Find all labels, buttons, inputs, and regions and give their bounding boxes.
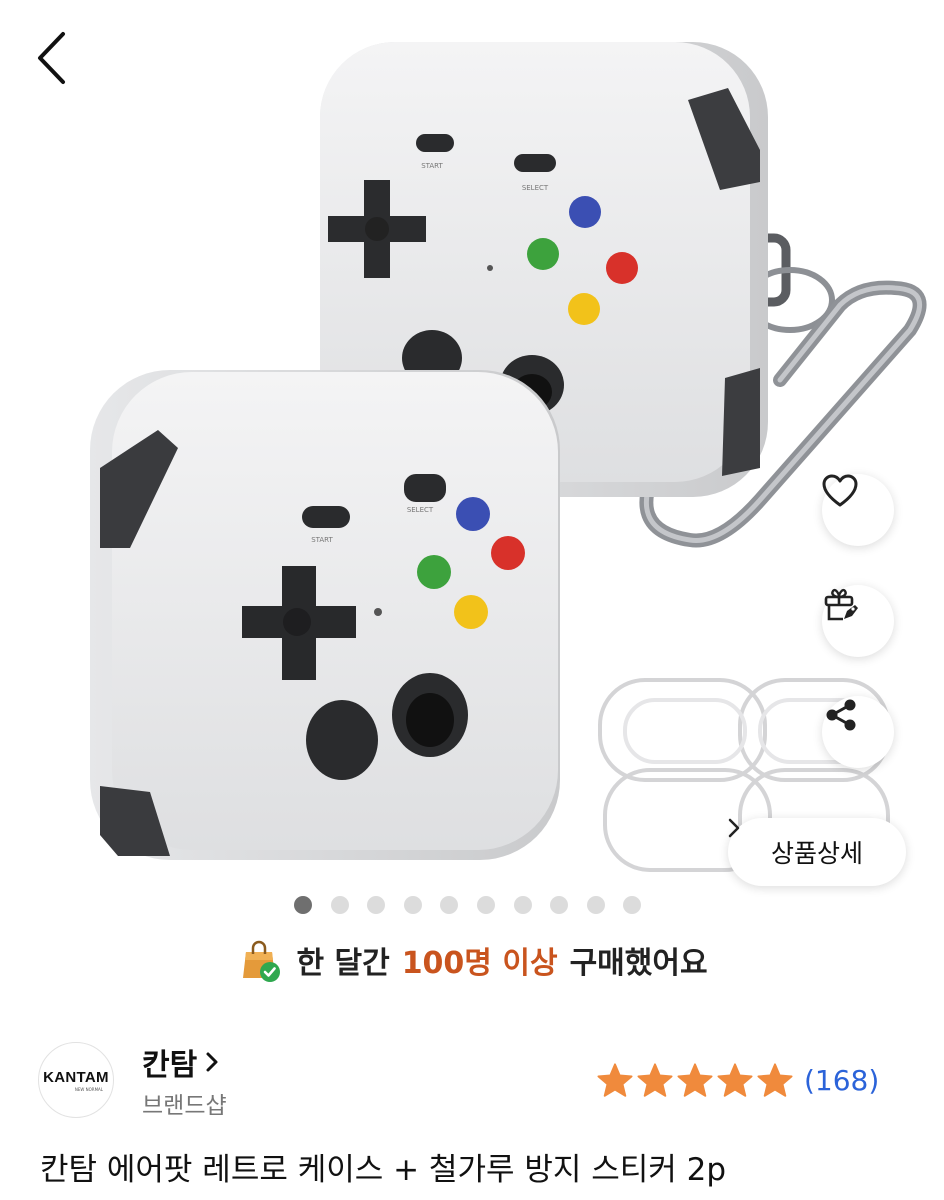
star-icon xyxy=(637,1063,673,1097)
carousel-indicator xyxy=(294,896,642,914)
purchase-suffix: 구매했어요 xyxy=(569,946,708,981)
brand-logo[interactable]: KANTAM NEW NORMAL xyxy=(38,1042,114,1118)
rating-summary[interactable]: (168) xyxy=(596,1062,879,1098)
brand-logo-text: KANTAM xyxy=(43,1068,109,1086)
svg-text:SELECT: SELECT xyxy=(407,506,434,514)
favorite-button[interactable] xyxy=(822,474,894,546)
product-title: 칸탐 에어팟 레트로 케이스 + 철가루 방지 스티커 2p xyxy=(40,1152,727,1188)
carousel-dot[interactable] xyxy=(513,896,532,914)
svg-text:START: START xyxy=(421,162,443,170)
brand-logo-subtext: NEW NORMAL xyxy=(74,1086,103,1092)
product-detail-label: 상품상세 xyxy=(770,839,863,868)
carousel-dot[interactable] xyxy=(550,896,569,914)
product-illustration: START SELECT START SELECT xyxy=(90,42,927,872)
review-count: (168) xyxy=(804,1063,880,1097)
star-icon xyxy=(717,1063,753,1097)
chevron-left-icon xyxy=(38,32,65,84)
carousel-dot[interactable] xyxy=(586,896,605,914)
purchase-count-banner: 한 달간 100명 이상 구매했어요 xyxy=(0,936,944,984)
carousel-dot[interactable] xyxy=(294,896,312,914)
product-detail-button[interactable]: 상품상세 xyxy=(728,818,906,886)
gift-button[interactable] xyxy=(822,585,894,657)
brand-name-link[interactable]: 칸탐 xyxy=(142,1040,219,1084)
brand-subtitle: 브랜드샵 xyxy=(142,1093,227,1119)
carousel-dot[interactable] xyxy=(440,896,459,914)
purchase-highlight: 100명 이상 xyxy=(401,946,558,981)
star-icon xyxy=(757,1063,793,1097)
chevron-right-icon xyxy=(206,1052,218,1072)
carousel-dot[interactable] xyxy=(367,896,386,914)
back-button[interactable] xyxy=(30,28,86,88)
carousel-dot[interactable] xyxy=(476,896,495,914)
product-image[interactable]: START SELECT START SELECT 상품상세 xyxy=(0,0,944,890)
shopping-bag-check-icon xyxy=(243,940,281,982)
chevron-right-icon xyxy=(728,818,740,838)
purchase-prefix: 한 달간 xyxy=(296,946,390,981)
star-rating xyxy=(596,1062,794,1098)
star-icon xyxy=(597,1063,633,1097)
brand-name: 칸탐 xyxy=(142,1048,198,1083)
star-icon xyxy=(677,1063,713,1097)
carousel-dot[interactable] xyxy=(330,896,349,914)
share-icon xyxy=(826,699,856,731)
svg-text:SELECT: SELECT xyxy=(522,184,549,192)
share-button[interactable] xyxy=(822,696,894,768)
svg-text:START: START xyxy=(311,536,333,544)
front-case: START SELECT xyxy=(90,370,560,860)
heart-icon xyxy=(822,474,858,507)
gift-icon xyxy=(824,588,858,621)
carousel-dot[interactable] xyxy=(623,896,642,914)
carousel-dot[interactable] xyxy=(403,896,422,914)
